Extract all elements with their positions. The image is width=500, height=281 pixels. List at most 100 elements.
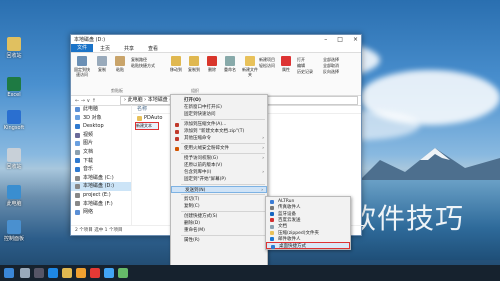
menu-item-label: 发送到(N): [185, 188, 206, 193]
new-item-button[interactable]: 新建项目: [259, 57, 275, 62]
tab-file[interactable]: 文件: [71, 44, 94, 52]
context-menu-item[interactable]: 剪切(T): [171, 196, 267, 203]
context-menu-item[interactable]: 包含到库中(I) ›: [171, 169, 267, 176]
copy-button[interactable]: 复制: [93, 56, 111, 72]
open-button[interactable]: 打开: [297, 57, 305, 62]
new-folder-button[interactable]: 新建文件夹: [241, 56, 259, 77]
sidebar-item[interactable]: 网络: [71, 208, 131, 217]
tab-home[interactable]: 主页: [93, 45, 117, 52]
recycle-bin-icon: [7, 148, 21, 162]
context-menu-item[interactable]: 固定到"开始"屏幕(P): [171, 176, 267, 183]
select-all-button[interactable]: 全部选择: [323, 57, 339, 62]
delete-button[interactable]: 删除: [203, 56, 221, 72]
context-menu-item[interactable]: 属性(R): [171, 237, 267, 244]
minimize-icon[interactable]: –: [324, 36, 327, 43]
close-icon[interactable]: ×: [353, 36, 358, 43]
maximize-icon[interactable]: □: [337, 36, 343, 43]
sidebar-item[interactable]: Desktop: [71, 122, 131, 131]
desktop-icon-5[interactable]: 控制面板: [2, 220, 26, 242]
sidebar-item[interactable]: project (E:): [71, 191, 131, 200]
menu-item-label: 添加到压缩文件(A)...: [184, 122, 227, 127]
context-menu-item[interactable]: 固定到快速访问: [171, 111, 267, 118]
desktop-icon-2[interactable]: Kingsoft: [2, 110, 26, 131]
menu-item-label: 包含到库中(I): [184, 170, 212, 175]
submenu-item-label: 蓝牙设备: [278, 211, 296, 217]
easy-access-button[interactable]: 轻松访问: [259, 63, 275, 68]
select-none-button[interactable]: 全部取消: [323, 63, 339, 68]
context-menu-item[interactable]: 添加到 "新建文本文档.zip"(T): [171, 128, 267, 135]
title-bar: 本地磁盘 (D:) – □ ×: [71, 35, 361, 44]
file-explorer-icon[interactable]: [62, 268, 72, 278]
context-menu-item[interactable]: 使用火绒安全粉碎文件 ›: [171, 145, 267, 152]
task-view-icon[interactable]: [34, 268, 44, 278]
list-item[interactable]: PDAuto: [137, 115, 162, 121]
context-menu-item[interactable]: 其他压缩命令 ›: [171, 135, 267, 142]
pin-button[interactable]: 固定到快速访问: [73, 56, 91, 77]
selected-new-file[interactable]: 新建文本: [135, 122, 159, 130]
nav-buttons[interactable]: ← → ∨ ↑: [71, 98, 120, 104]
submenu-item-icon: [271, 244, 275, 249]
drive-icon: [75, 132, 80, 138]
desktop-icon-4[interactable]: 此电脑: [2, 185, 26, 207]
sidebar-item[interactable]: 此电脑: [71, 105, 131, 114]
context-menu-item[interactable]: 发送到(N) ›: [171, 186, 267, 193]
context-menu-item[interactable]: 删除(D): [171, 220, 267, 227]
sidebar-item[interactable]: 视频: [71, 131, 131, 140]
submenu-item-icon: [270, 224, 274, 229]
copy-path-button[interactable]: 复制路径: [131, 57, 147, 62]
edit-button[interactable]: 编辑: [297, 63, 305, 68]
menu-item-label: 还原以前的版本(V): [184, 163, 223, 168]
app-icon[interactable]: [118, 268, 128, 278]
browser-icon[interactable]: [90, 268, 100, 278]
sidebar-item[interactable]: 本地磁盘 (C:): [71, 174, 131, 183]
desktop-icon-label: 控制面板: [3, 236, 24, 242]
context-menu-item[interactable]: 创建快捷方式(S): [171, 213, 267, 220]
paste-icon: [115, 56, 125, 66]
menu-item-label: 重命名(M): [184, 228, 205, 233]
submenu-item-icon: [270, 199, 274, 204]
paste-button[interactable]: 粘贴: [111, 56, 129, 72]
copy-to-button[interactable]: 复制到: [185, 56, 203, 72]
history-button[interactable]: 历史记录: [297, 69, 313, 74]
desktop-icon-1[interactable]: Excel: [2, 77, 26, 98]
edge-icon[interactable]: [48, 268, 58, 278]
desktop-icon-3[interactable]: 回收站: [2, 148, 26, 170]
sidebar-item[interactable]: 文档: [71, 148, 131, 157]
sidebar-item[interactable]: 3D 对象: [71, 114, 131, 123]
desktop-icon-label: Excel: [7, 92, 21, 98]
context-menu-item[interactable]: 重命名(M): [171, 227, 267, 234]
app-icon[interactable]: [76, 268, 86, 278]
file-name: PDAuto: [144, 115, 163, 121]
sidebar-item[interactable]: 图片: [71, 139, 131, 148]
submenu-item-icon: [270, 231, 274, 235]
app-icon[interactable]: [104, 268, 114, 278]
tab-view[interactable]: 查看: [141, 45, 165, 52]
desktop-icon-0[interactable]: 回收站: [2, 37, 26, 59]
rename-button[interactable]: 重命名: [221, 56, 239, 72]
context-menu-item[interactable]: 添加到压缩文件(A)...: [171, 121, 267, 128]
sidebar-item[interactable]: 下载: [71, 157, 131, 166]
menu-item-label: 删除(D): [184, 221, 200, 226]
sidebar-item[interactable]: 本地磁盘 (D:): [71, 182, 131, 191]
invert-selection-button[interactable]: 反向选择: [323, 69, 339, 74]
sidebar-item[interactable]: 音乐: [71, 165, 131, 174]
move-to-button[interactable]: 移动到: [167, 56, 185, 72]
submenu-item[interactable]: 桌面快捷方式: [266, 242, 350, 250]
context-menu-item[interactable]: 还原以前的版本(V): [171, 162, 267, 169]
chevron-right-icon: ›: [262, 156, 264, 161]
tab-share[interactable]: 共享: [117, 45, 141, 52]
context-menu-item[interactable]: 打开(O): [171, 97, 267, 104]
submenu-item-icon: [270, 237, 274, 242]
sidebar-item-label: Desktop: [83, 123, 104, 130]
desktop-icon-label: 回收站: [6, 164, 22, 170]
start-icon[interactable]: [4, 268, 14, 278]
sidebar-item[interactable]: 本地磁盘 (F:): [71, 200, 131, 209]
folder-icon: [137, 115, 142, 121]
context-menu-item[interactable]: 授予访问权限(G) ›: [171, 155, 267, 162]
properties-button[interactable]: 属性: [277, 56, 295, 72]
folder-copy-icon: [189, 56, 199, 66]
context-menu-item[interactable]: 在新窗口中打开(E): [171, 104, 267, 111]
paste-shortcut-button[interactable]: 粘贴快捷方式: [131, 63, 155, 68]
search-icon[interactable]: [20, 268, 30, 278]
context-menu-item[interactable]: 复制(C): [171, 203, 267, 210]
